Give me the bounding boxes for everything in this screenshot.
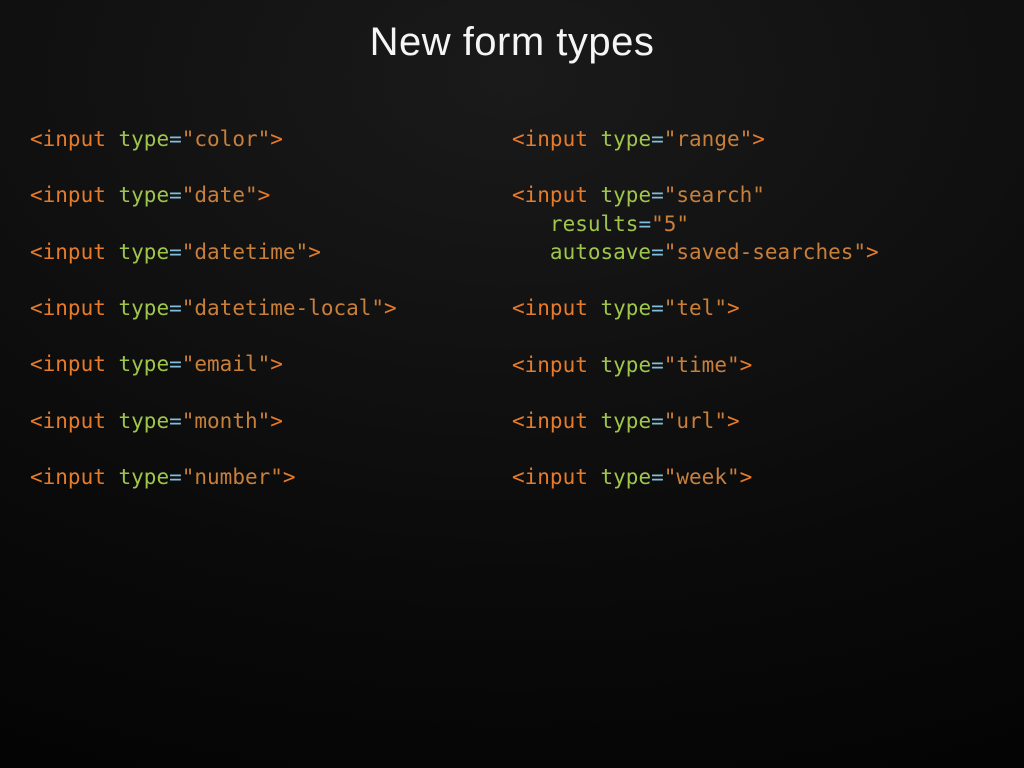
left-column: <input type="color"><input type="date"><… [30,125,512,520]
code-token-string: "tel" [664,296,727,320]
code-token-attr: results [550,212,639,236]
code-token-attr: type [601,465,652,489]
code-token-eq: = [638,212,651,236]
code-token-tag: <input [512,127,588,151]
code-token-attr: type [119,183,170,207]
code-snippet: <input type="range"> [512,125,994,153]
code-token-eq: = [169,240,182,264]
code-snippet: <input type="week"> [512,463,994,491]
code-token-string: "datetime-local" [182,296,384,320]
code-token-tag: > [740,465,753,489]
code-token-eq: = [651,465,664,489]
code-token-eq: = [169,465,182,489]
code-token-string: "saved-searches" [664,240,866,264]
code-token-tag: > [727,296,740,320]
code-token-eq: = [169,352,182,376]
code-token-tag: > [308,240,321,264]
code-token-attr: type [119,465,170,489]
code-token-attr: type [601,183,652,207]
code-token-tag: <input [512,183,588,207]
code-token-tag: > [270,127,283,151]
code-token-eq: = [651,183,664,207]
code-token-tag: <input [512,409,588,433]
code-token-eq: = [651,296,664,320]
code-token-eq: = [169,409,182,433]
code-token-tag: > [752,127,765,151]
code-token-attr: type [119,240,170,264]
code-snippet: <input type="month"> [30,407,512,435]
code-token-eq: = [651,127,664,151]
code-token-tag: > [866,240,879,264]
code-token-tag: > [384,296,397,320]
code-token-eq: = [651,353,664,377]
slide-title: New form types [0,20,1024,65]
code-token-string: "5" [651,212,689,236]
code-token-eq: = [651,240,664,264]
code-token-string: "color" [182,127,271,151]
code-token-attr: type [119,127,170,151]
code-token-tag: > [283,465,296,489]
code-token-tag: <input [30,240,106,264]
code-token-string: "range" [664,127,753,151]
right-column: <input type="range"><input type="search"… [512,125,994,520]
code-token-string: "date" [182,183,258,207]
code-token-tag: <input [512,296,588,320]
code-token-tag: <input [30,127,106,151]
code-snippet: <input type="number"> [30,463,512,491]
code-token-attr: type [601,409,652,433]
code-token-eq: = [169,127,182,151]
code-snippet: <input type="email"> [30,350,512,378]
code-token-tag: > [727,409,740,433]
code-token-tag: <input [512,465,588,489]
code-token-attr: type [119,352,170,376]
code-snippet: <input type="tel"> [512,294,994,322]
code-token-tag: <input [30,465,106,489]
code-token-tag: > [740,353,753,377]
code-token-eq: = [651,409,664,433]
code-snippet: <input type="date"> [30,181,512,209]
code-token-attr: type [119,296,170,320]
code-snippet: <input type="time"> [512,351,994,379]
code-snippet: <input type="datetime-local"> [30,294,512,322]
code-columns: <input type="color"><input type="date"><… [0,125,1024,520]
code-token-attr: type [601,127,652,151]
code-token-tag: <input [30,296,106,320]
code-token-string: "month" [182,409,271,433]
code-token-tag: <input [30,183,106,207]
code-token-string: "number" [182,465,283,489]
code-token-attr: type [601,353,652,377]
code-token-tag: > [270,409,283,433]
code-token-tag: > [270,352,283,376]
code-token-eq: = [169,183,182,207]
code-token-string: "email" [182,352,271,376]
slide: New form types <input type="color"><inpu… [0,0,1024,768]
code-snippet: <input type="search" results="5" autosav… [512,181,994,266]
code-token-string: "time" [664,353,740,377]
code-snippet: <input type="url"> [512,407,994,435]
code-snippet: <input type="datetime"> [30,238,512,266]
code-token-string: "week" [664,465,740,489]
code-snippet: <input type="color"> [30,125,512,153]
code-token-attr: type [119,409,170,433]
code-token-tag: > [258,183,271,207]
code-token-eq: = [169,296,182,320]
code-token-tag: <input [30,409,106,433]
code-token-string: "url" [664,409,727,433]
code-token-attr: type [601,296,652,320]
code-token-tag: <input [30,352,106,376]
code-token-attr: autosave [550,240,651,264]
code-token-string: "search" [664,183,765,207]
code-token-tag: <input [512,353,588,377]
code-token-string: "datetime" [182,240,308,264]
